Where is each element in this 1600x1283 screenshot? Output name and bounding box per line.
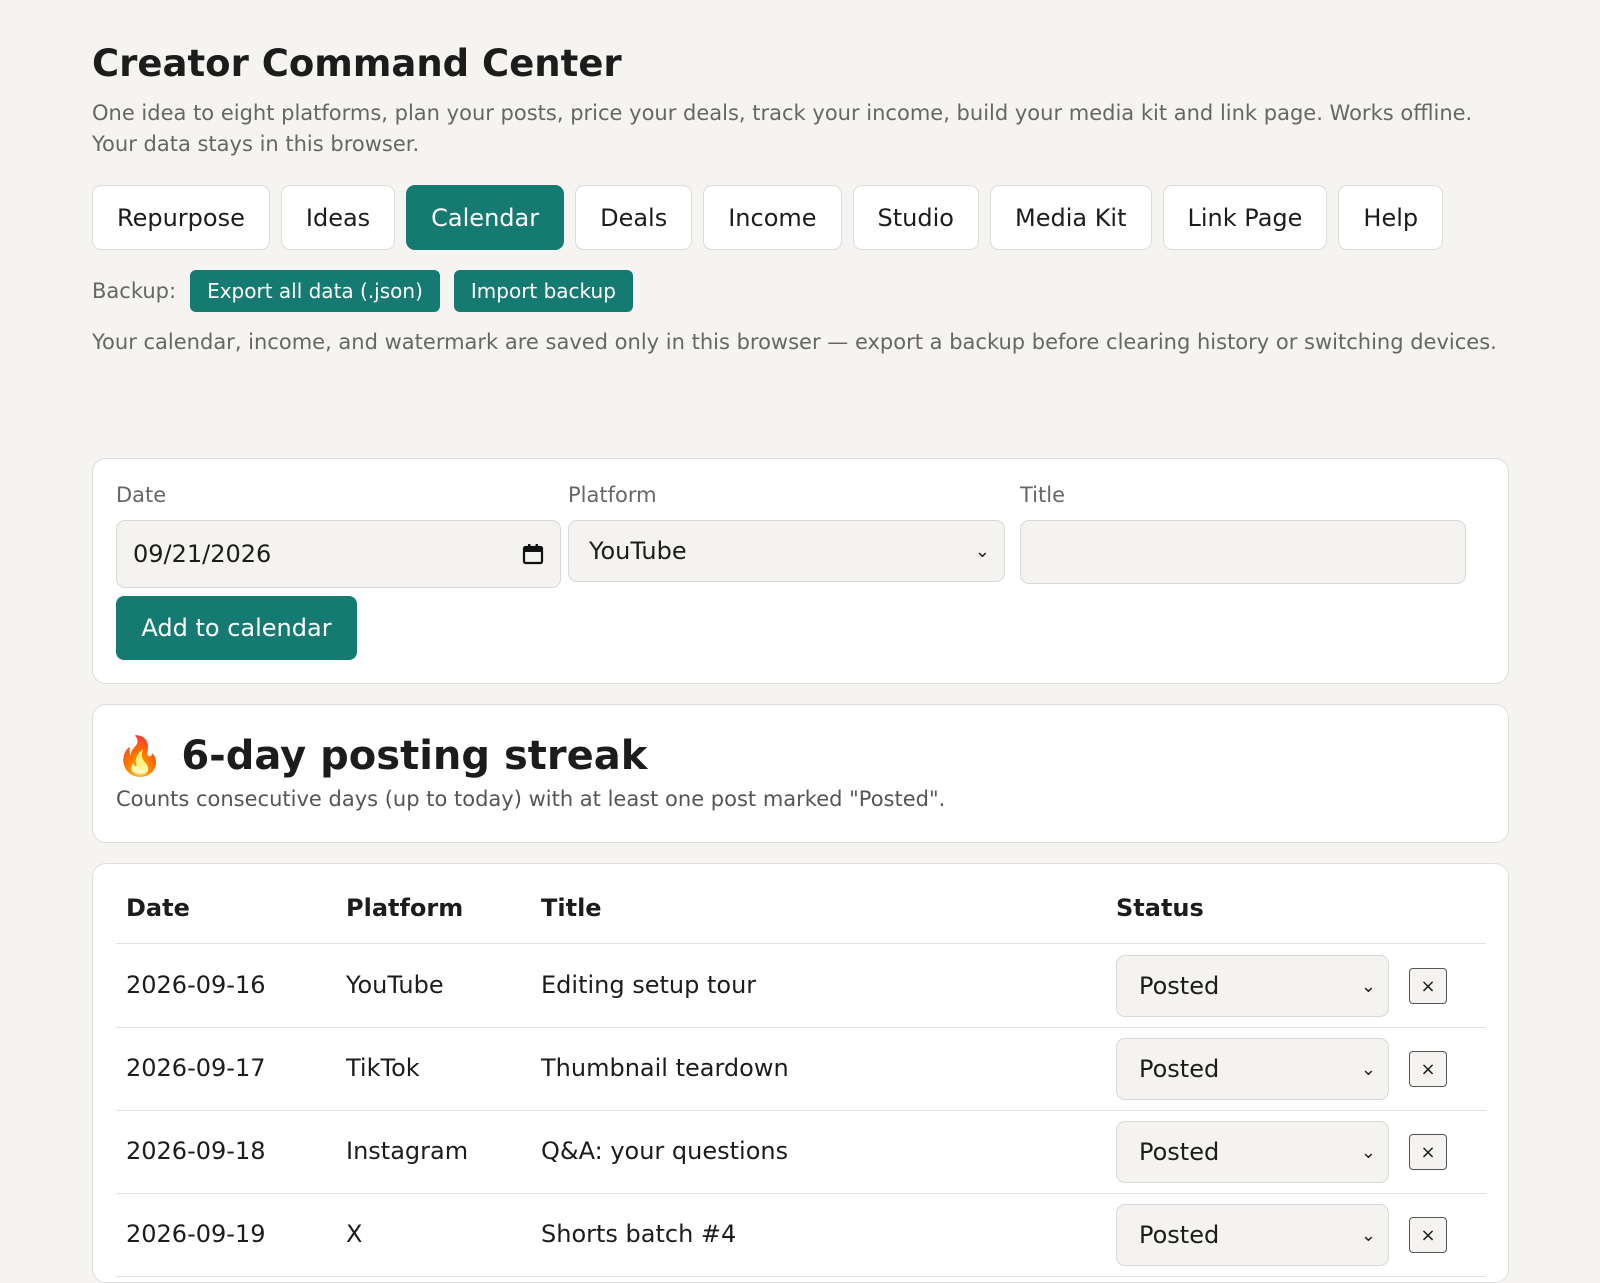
chevron-down-icon: ⌄ [974,540,990,562]
row-date: 2026-09-17 [126,1054,266,1082]
calendar-table: Date Platform Title Status 2026-09-16 Yo… [92,863,1509,1283]
title-input[interactable] [1020,520,1466,584]
row-platform: TikTok [346,1054,420,1082]
platform-field-group: Platform YouTube ⌄ [568,483,1005,582]
platform-label: Platform [568,483,657,507]
page-subtitle: One idea to eight platforms, plan your p… [92,101,1473,156]
streak-heading: 🔥 6-day posting streak [116,733,647,779]
table-row: 2026-09-19 X Shorts batch #4 Posted ⌄ × [116,1194,1486,1277]
status-select[interactable]: Posted ⌄ [1116,1038,1389,1100]
tab-help[interactable]: Help [1338,185,1444,250]
table-row: 2026-09-18 Instagram Q&A: your questions… [116,1111,1486,1194]
status-select[interactable]: Posted ⌄ [1116,1204,1389,1266]
tab-ideas[interactable]: Ideas [280,185,396,250]
backup-note: Your calendar, income, and watermark are… [92,330,1497,354]
chevron-down-icon: ⌄ [1360,1141,1376,1163]
status-value: Posted [1139,972,1220,1000]
chevron-down-icon: ⌄ [1360,1058,1376,1080]
page-header: Creator Command Center One idea to eight… [92,40,1508,358]
add-to-calendar-button[interactable]: Add to calendar [116,596,357,660]
streak-card: 🔥 6-day posting streak Counts consecutiv… [92,704,1509,843]
tab-bar: Repurpose Ideas Calendar Deals Income St… [92,185,1508,250]
status-value: Posted [1139,1221,1220,1249]
flame-icon: 🔥 [116,733,164,778]
status-select[interactable]: Posted ⌄ [1116,955,1389,1017]
row-platform: X [346,1220,363,1248]
row-title: Thumbnail teardown [541,1054,789,1082]
chevron-down-icon: ⌄ [1360,1224,1376,1246]
row-platform: YouTube [346,971,444,999]
date-input[interactable]: 09/21/2026 [116,520,561,588]
status-value: Posted [1139,1138,1220,1166]
table-row: 2026-09-16 YouTube Editing setup tour Po… [116,945,1486,1028]
calendar-icon[interactable] [522,543,544,565]
date-field-group: Date 09/21/2026 [116,483,561,588]
delete-button[interactable]: × [1409,968,1447,1004]
streak-title: 6-day posting streak [181,733,648,779]
export-button[interactable]: Export all data (.json) [190,270,440,312]
tab-calendar[interactable]: Calendar [406,185,565,250]
delete-button[interactable]: × [1409,1051,1447,1087]
tab-deals[interactable]: Deals [575,185,693,250]
platform-value: YouTube [589,537,687,565]
date-label: Date [116,483,167,507]
tab-link-page[interactable]: Link Page [1162,185,1328,250]
add-post-card: Date 09/21/2026 Platform YouTube ⌄ Title… [92,458,1509,684]
tab-studio[interactable]: Studio [852,185,979,250]
table-header: Date Platform Title Status [116,894,1486,944]
title-field-group: Title [1020,483,1466,584]
column-header-status: Status [1116,894,1204,922]
status-select[interactable]: Posted ⌄ [1116,1121,1389,1183]
row-date: 2026-09-16 [126,971,266,999]
row-date: 2026-09-18 [126,1137,266,1165]
delete-button[interactable]: × [1409,1134,1447,1170]
tab-income[interactable]: Income [703,185,842,250]
column-header-title: Title [541,894,602,922]
import-button[interactable]: Import backup [453,270,633,312]
row-title: Q&A: your questions [541,1137,789,1165]
backup-label: Backup: [92,279,177,303]
date-value: 09/21/2026 [133,540,272,568]
streak-subtitle: Counts consecutive days (up to today) wi… [116,787,946,811]
title-label: Title [1020,483,1066,507]
page-title: Creator Command Center [92,42,622,85]
delete-button[interactable]: × [1409,1217,1447,1253]
platform-select[interactable]: YouTube ⌄ [568,520,1005,582]
row-title: Shorts batch #4 [541,1220,737,1248]
tab-media-kit[interactable]: Media Kit [989,185,1152,250]
backup-bar: Backup: Export all data (.json) Import b… [92,270,1508,312]
table-row: 2026-09-17 TikTok Thumbnail teardown Pos… [116,1028,1486,1111]
chevron-down-icon: ⌄ [1360,975,1376,997]
status-value: Posted [1139,1055,1220,1083]
row-platform: Instagram [346,1137,469,1165]
column-header-date: Date [126,894,190,922]
row-date: 2026-09-19 [126,1220,266,1248]
tab-repurpose[interactable]: Repurpose [92,185,270,250]
row-title: Editing setup tour [541,971,757,999]
column-header-platform: Platform [346,894,464,922]
